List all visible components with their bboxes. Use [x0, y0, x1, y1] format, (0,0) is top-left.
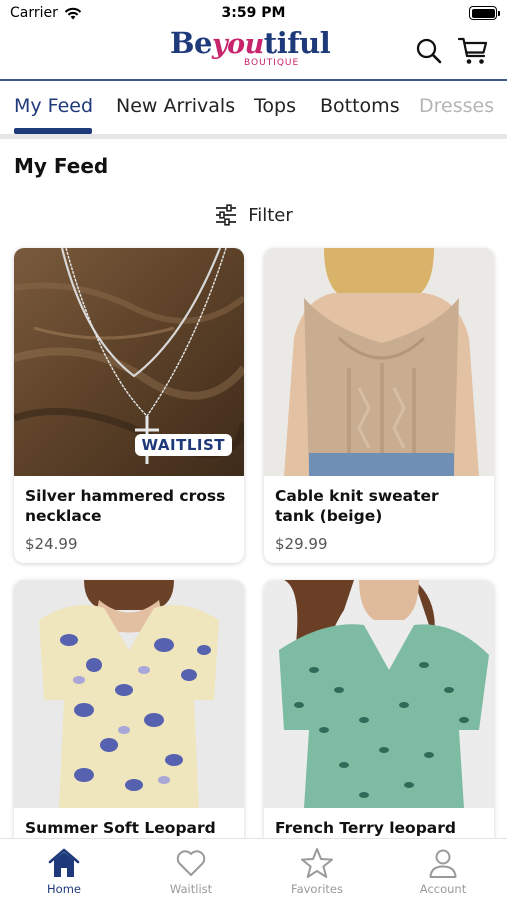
tab-new-arrivals[interactable]: New Arrivals: [116, 95, 235, 117]
tab-my-feed[interactable]: My Feed: [14, 95, 93, 117]
nav-home[interactable]: Home: [14, 847, 114, 896]
category-tabs: My Feed New Arrivals Tops Bottoms Dresse…: [0, 81, 507, 137]
tab-dresses[interactable]: Dresses: [419, 95, 494, 117]
nav-account-label: Account: [419, 882, 467, 896]
page-title: My Feed: [14, 154, 109, 178]
nav-account[interactable]: Account: [393, 847, 493, 896]
home-icon: [48, 848, 80, 877]
bottom-tab-bar: Home Waitlist Favorites Account: [0, 838, 507, 900]
nav-favorites[interactable]: Favorites: [267, 847, 367, 896]
heart-icon: [176, 850, 206, 876]
product-name: Silver hammered cross necklace: [25, 487, 226, 525]
nav-favorites-label: Favorites: [291, 882, 343, 896]
product-card[interactable]: French Terry leopard: [264, 580, 494, 850]
product-card[interactable]: WAITLIST Silver hammered cross necklace …: [14, 248, 244, 563]
nav-waitlist-label: Waitlist: [169, 882, 213, 896]
product-price: $29.99: [275, 535, 328, 553]
tab-bottoms[interactable]: Bottoms: [320, 95, 400, 117]
filter-label: Filter: [248, 204, 293, 226]
product-image-green-leopard: [264, 580, 494, 808]
waitlist-badge: WAITLIST: [134, 434, 232, 456]
logo-wordmark: Beyoutiful: [170, 26, 331, 60]
tabs-divider: [0, 134, 507, 139]
status-bar: Carrier 3:59 PM: [0, 0, 507, 26]
battery-icon: [469, 6, 500, 20]
filter-button[interactable]: Filter: [0, 202, 507, 228]
nav-home-label: Home: [47, 882, 81, 896]
search-icon[interactable]: [415, 37, 443, 65]
product-image-sweater-tank: [264, 248, 494, 476]
status-time: 3:59 PM: [221, 5, 286, 21]
tab-tops[interactable]: Tops: [254, 95, 296, 117]
logo-subtitle: BOUTIQUE: [244, 58, 300, 68]
product-name: French Terry leopard: [275, 819, 456, 837]
star-icon: [301, 848, 333, 878]
product-name: Cable knit sweater tank (beige): [275, 487, 439, 525]
product-card[interactable]: Cable knit sweater tank (beige) $29.99: [264, 248, 494, 563]
nav-waitlist[interactable]: Waitlist: [141, 847, 241, 896]
brand-logo[interactable]: Beyoutiful BOUTIQUE: [170, 26, 340, 76]
cart-icon[interactable]: [457, 36, 489, 66]
product-image-leopard-top: [14, 580, 244, 808]
product-card[interactable]: Summer Soft Leopard top: [14, 580, 244, 850]
filter-icon: [216, 204, 237, 226]
product-price: $24.99: [25, 535, 78, 553]
app-header: Beyoutiful BOUTIQUE: [0, 26, 507, 80]
account-icon: [429, 849, 457, 878]
